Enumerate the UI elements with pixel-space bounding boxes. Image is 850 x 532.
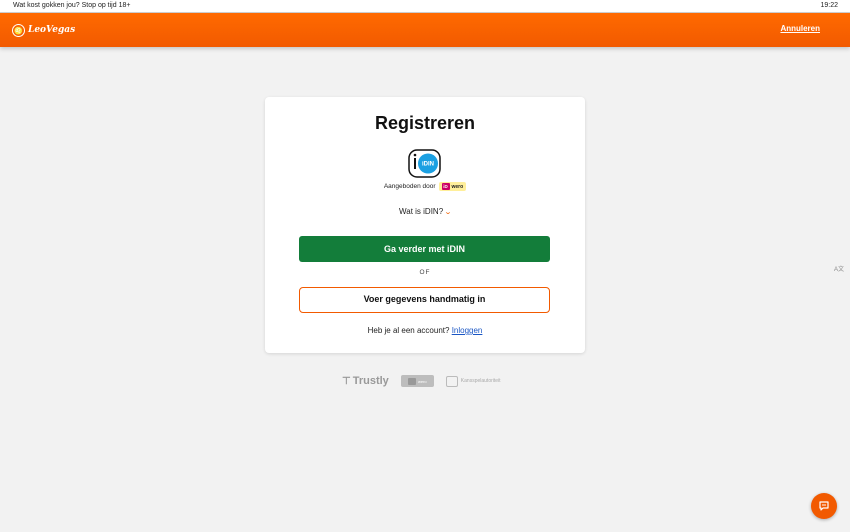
ideal-icon: iD [441, 183, 450, 190]
crest-icon [445, 375, 458, 387]
trustly-text: Trustly [352, 375, 389, 387]
logo-text: LeoVegas [28, 25, 76, 35]
chevron-down-icon: ⌄ [443, 209, 453, 216]
login-link[interactable]: Inloggen [452, 326, 483, 335]
leovegas-logo[interactable]: ♌ LeoVegas [12, 22, 75, 38]
page-title: Registreren [374, 113, 476, 133]
app-header: ♌ LeoVegas Annuleren [0, 13, 850, 47]
cancel-link[interactable]: Annuleren [780, 24, 820, 33]
idin-logo-text: iDIN [422, 162, 434, 168]
partner-logos: ⊤ Trustly wero Kansspelautoriteit [342, 373, 501, 389]
chat-button[interactable] [811, 493, 837, 519]
has-account-text: Heb je al een account? [367, 326, 450, 335]
clock: 19:22 [820, 2, 838, 9]
continue-with-idin-button[interactable]: Ga verder met iDIN [299, 236, 550, 262]
lion-icon: ♌ [12, 23, 25, 37]
ksa-text: Kansspelautoriteit [460, 378, 501, 384]
ideal-wero-logo: wero [400, 375, 434, 387]
ideal-logo-icon [407, 377, 416, 385]
manual-entry-button[interactable]: Voer gegevens handmatig in [299, 287, 550, 313]
registration-card: Registreren iDIN Aangeboden door iD wero… [265, 97, 585, 353]
ksa-logo: Kansspelautoriteit [445, 375, 501, 387]
login-prompt: Heb je al een account? Inloggen [265, 326, 585, 335]
offered-by: Aangeboden door iD wero [265, 182, 585, 191]
gambling-warning: Wat kost gokken jou? Stop op tijd 18+ [13, 2, 131, 9]
wero-badge: iD wero [438, 182, 467, 191]
trustly-icon: ⊤ [342, 375, 351, 387]
status-bar: Wat kost gokken jou? Stop op tijd 18+ 19… [0, 0, 850, 13]
translate-icon[interactable]: A文 [832, 264, 846, 276]
chat-bubble-icon [819, 501, 829, 511]
idin-logo-icon: iDIN [408, 149, 441, 178]
trustly-logo: ⊤ Trustly [342, 375, 389, 387]
what-is-idin-toggle[interactable]: Wat is iDIN?⌄ [265, 207, 585, 216]
what-is-idin-label: Wat is iDIN? [398, 207, 444, 216]
offered-by-label: Aangeboden door [383, 183, 436, 190]
ideal-logo-text: wero [417, 378, 427, 384]
wero-brand: wero [451, 183, 464, 190]
or-divider: OF [419, 269, 431, 276]
